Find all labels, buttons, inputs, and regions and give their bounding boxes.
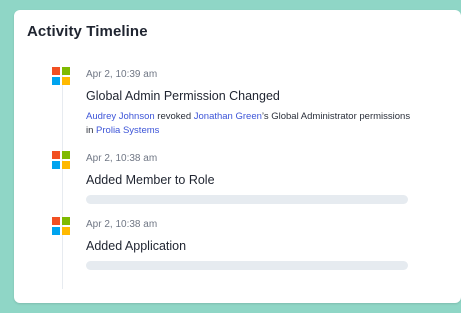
- microsoft-logo-yellow-square: [62, 77, 70, 85]
- timeline-event[interactable]: Apr 2, 10:38 am Added Application: [52, 217, 442, 287]
- microsoft-logo-red-square: [52, 151, 60, 159]
- microsoft-logo-icon: [52, 67, 70, 85]
- event-title: Global Admin Permission Changed: [86, 89, 280, 103]
- loading-placeholder-bar: [86, 261, 408, 270]
- event-description: Audrey Johnson revoked Jonathan Green’s …: [86, 110, 416, 138]
- microsoft-logo-blue-square: [52, 77, 60, 85]
- microsoft-logo-yellow-square: [62, 227, 70, 235]
- card-title: Activity Timeline: [27, 23, 148, 40]
- loading-placeholder-bar: [86, 195, 408, 204]
- description-text: revoked: [154, 111, 194, 122]
- event-timestamp: Apr 2, 10:38 am: [86, 153, 158, 164]
- organization-link[interactable]: Prolia Systems: [96, 125, 159, 136]
- event-title: Added Member to Role: [86, 173, 215, 187]
- event-timestamp: Apr 2, 10:39 am: [86, 69, 158, 80]
- event-title: Added Application: [86, 239, 187, 253]
- microsoft-logo-red-square: [52, 67, 60, 75]
- microsoft-logo-red-square: [52, 217, 60, 225]
- microsoft-logo-icon: [52, 217, 70, 235]
- target-user-link[interactable]: Jonathan Green: [194, 111, 262, 122]
- microsoft-logo-yellow-square: [62, 161, 70, 169]
- microsoft-logo-blue-square: [52, 161, 60, 169]
- microsoft-logo-icon: [52, 151, 70, 169]
- actor-link[interactable]: Audrey Johnson: [86, 111, 155, 122]
- timeline-event[interactable]: Apr 2, 10:39 am Global Admin Permission …: [52, 67, 442, 147]
- event-timestamp: Apr 2, 10:38 am: [86, 219, 158, 230]
- timeline-event[interactable]: Apr 2, 10:38 am Added Member to Role: [52, 151, 442, 221]
- microsoft-logo-green-square: [62, 151, 70, 159]
- microsoft-logo-green-square: [62, 217, 70, 225]
- microsoft-logo-blue-square: [52, 227, 60, 235]
- microsoft-logo-green-square: [62, 67, 70, 75]
